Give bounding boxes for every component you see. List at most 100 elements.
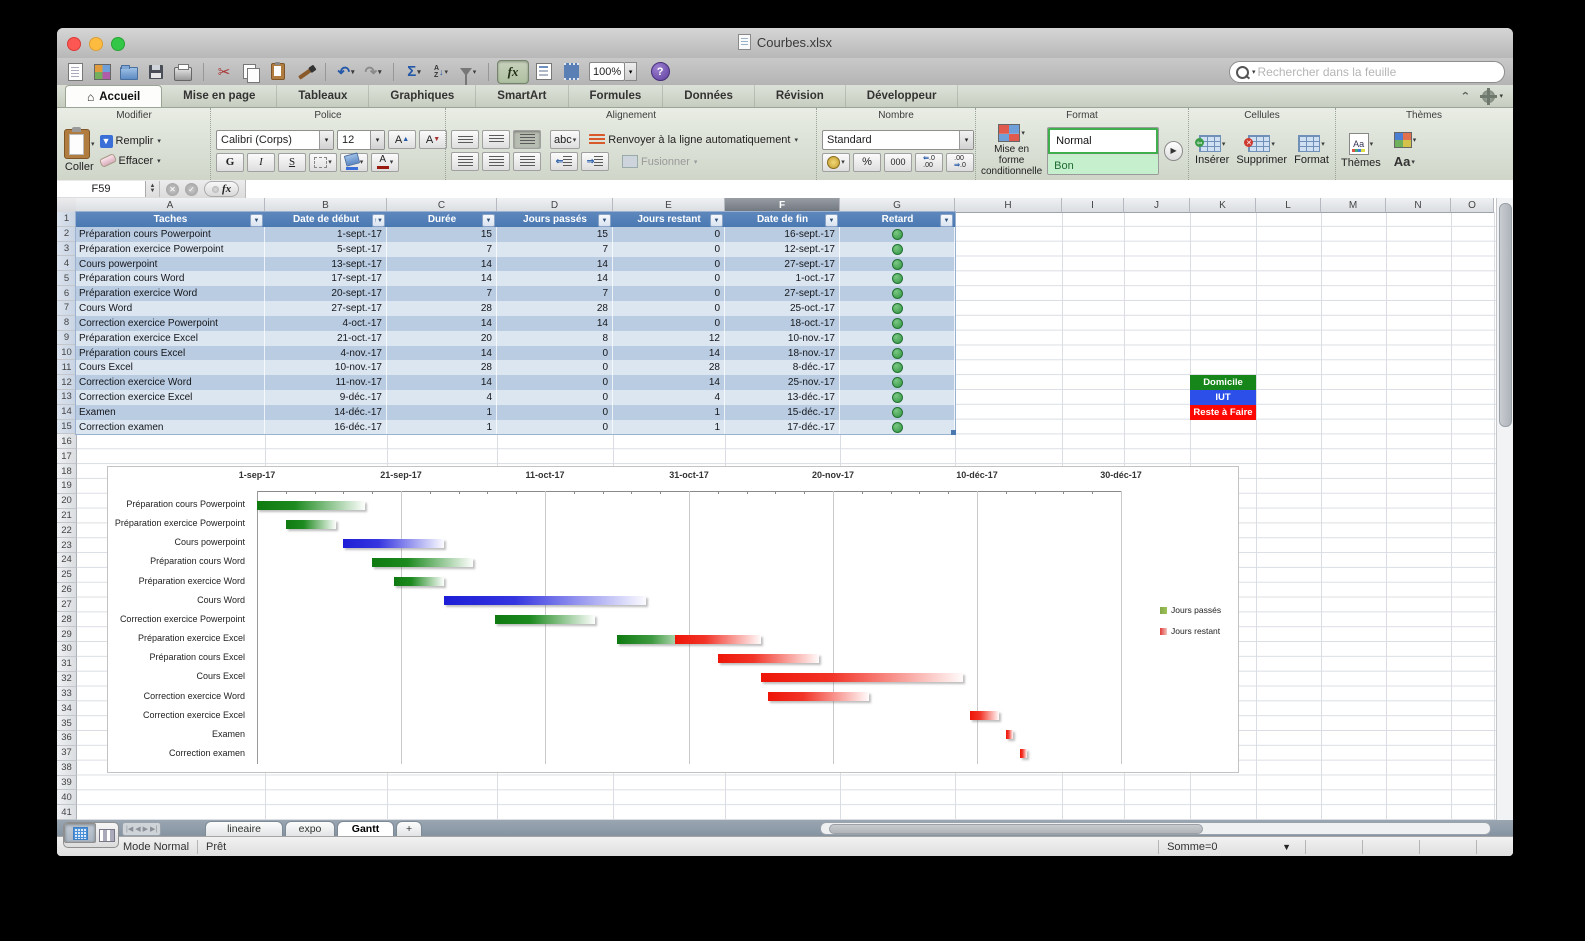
column-header-G[interactable]: G [840,198,955,213]
autosum-button[interactable]: Σ ▾ [402,61,426,83]
gantt-bar-remaining[interactable] [1020,749,1028,759]
row-header-38[interactable]: 38 [57,760,77,776]
table-cell[interactable]: 27-sept.-17 [265,301,387,316]
row-header-31[interactable]: 31 [57,656,77,672]
table-cell[interactable]: 27-sept.-17 [725,286,840,302]
column-header-M[interactable]: M [1321,198,1386,213]
increase-decimal-button[interactable]: .00 ⇒.0 [946,152,974,172]
align-right-button[interactable] [513,152,541,171]
table-cell[interactable]: 17-sept.-17 [265,271,387,287]
row-header-9[interactable]: 9 [57,330,77,346]
conditional-formatting-button[interactable]: ▾ Mise en forme conditionnelle [981,124,1042,177]
table-cell[interactable] [840,330,955,346]
titlebar[interactable]: Courbes.xlsx [57,28,1513,59]
table-header-4[interactable]: Jours restant ▼ [613,212,726,227]
table-cell[interactable]: 4 [387,390,497,405]
row-header-2[interactable]: 2 [57,226,77,242]
table-cell[interactable]: 14 [387,375,497,391]
undo-button[interactable]: ↶ ▾ [334,61,358,83]
gantt-bar-remaining[interactable] [768,692,869,701]
function-pill[interactable]: fx [204,181,240,197]
table-cell[interactable] [840,271,955,287]
increase-indent-button[interactable]: ⇒ [581,152,609,171]
table-cell[interactable]: 14 [387,256,497,272]
column-header-O[interactable]: O [1451,198,1494,213]
bold-button[interactable]: G [216,152,244,172]
table-cell[interactable] [840,315,955,331]
row-header-17[interactable]: 17 [57,449,77,465]
row-header-25[interactable]: 25 [57,567,77,583]
sort-button[interactable]: A Z ↓ ▾ [429,61,453,83]
table-cell[interactable]: 18-nov.-17 [725,345,840,361]
column-header-E[interactable]: E [613,198,725,213]
table-cell[interactable]: 28 [613,360,725,376]
filter-dropdown-button[interactable]: ▼ [940,214,953,227]
vertical-scrollbar[interactable] [1496,198,1513,820]
table-cell[interactable] [840,256,955,272]
row-header-28[interactable]: 28 [57,612,77,628]
sheet-nav-next[interactable]: ▶ [143,825,148,833]
table-cell[interactable]: 13-sept.-17 [265,256,387,272]
gantt-bar-remaining[interactable] [674,634,761,644]
decrease-decimal-button[interactable]: ⇐.0.00 [915,152,943,172]
row-header-21[interactable]: 21 [57,508,77,524]
align-bottom-button[interactable] [513,130,541,149]
table-cell[interactable]: 7 [387,286,497,302]
table-cell[interactable]: Cours powerpoint [76,256,265,272]
ribbon-tab-formules[interactable]: Formules [569,85,664,107]
table-cell[interactable]: 1-sept.-17 [265,227,387,242]
table-cell[interactable]: Préparation exercice Excel [76,330,265,346]
sheet-tab-expo[interactable]: expo [285,821,335,836]
more-styles-button[interactable]: ▶ [1164,140,1183,161]
row-header-18[interactable]: 18 [57,464,77,479]
ribbon-tab-révision[interactable]: Révision [755,85,846,107]
fill-color-button[interactable]: ▾ [340,152,368,172]
table-cell[interactable]: Préparation cours Word [76,271,265,287]
align-top-button[interactable] [451,130,479,149]
formula-builder-button[interactable] [532,61,556,83]
table-cell[interactable]: 7 [387,241,497,257]
sheet-nav-first[interactable]: |◀ [126,825,133,833]
paste-button-large[interactable]: ▾ Coller [64,126,95,173]
select-all-corner[interactable] [57,198,77,213]
ribbon-tab-mise-en-page[interactable]: Mise en page [162,85,278,107]
column-header-B[interactable]: B [265,198,387,213]
borders-button[interactable]: ▾ [309,152,337,172]
new-workbook-button[interactable] [63,61,87,83]
horizontal-scrollbar[interactable] [820,822,1491,835]
table-cell[interactable]: 16-sept.-17 [725,227,840,242]
filter-dropdown-button[interactable]: ▼ [598,214,611,227]
table-cell[interactable]: 4 [613,390,725,405]
gantt-chart[interactable]: 1-sep-17 21-sep-17 11-oct-17 31-oct-17 20-no… [107,466,1239,773]
table-cell[interactable]: 28 [387,301,497,316]
paste-button[interactable] [266,61,290,83]
column-header-L[interactable]: L [1256,198,1321,213]
increase-font-button[interactable]: A ▲ [388,130,416,149]
table-cell[interactable]: 1 [613,419,725,435]
ribbon-tab-tableaux[interactable]: Tableaux [277,85,370,107]
formula-input[interactable] [245,180,1513,198]
search-input[interactable] [1255,64,1498,80]
table-cell[interactable]: 14-déc.-17 [265,404,387,420]
row-header-23[interactable]: 23 [57,538,77,554]
table-cell[interactable]: 0 [497,360,613,376]
table-cell[interactable]: 14 [497,256,613,272]
table-header-1[interactable]: Date de début ↑▼ [265,212,388,227]
table-cell[interactable]: 14 [387,271,497,287]
theme-colors-button[interactable]: ▾ [1393,132,1416,148]
confirm-entry-button[interactable]: ✓ [185,182,198,196]
row-header-41[interactable]: 41 [57,805,77,820]
table-cell[interactable]: Cours Word [76,301,265,316]
table-cell[interactable]: 14 [497,315,613,331]
row-header-1[interactable]: 1 [57,212,77,227]
themes-button[interactable]: Aa ▾ Thèmes [1341,132,1381,169]
page-layout-view-button[interactable] [96,823,118,847]
column-header-A[interactable]: A [76,198,265,213]
row-header-5[interactable]: 5 [57,271,77,287]
column-header-I[interactable]: I [1062,198,1124,213]
column-header-H[interactable]: H [955,198,1062,213]
gantt-bar-remaining[interactable] [761,672,963,682]
table-cell[interactable] [840,286,955,302]
gantt-bar-passed[interactable] [372,557,473,567]
table-cell[interactable] [840,345,955,361]
